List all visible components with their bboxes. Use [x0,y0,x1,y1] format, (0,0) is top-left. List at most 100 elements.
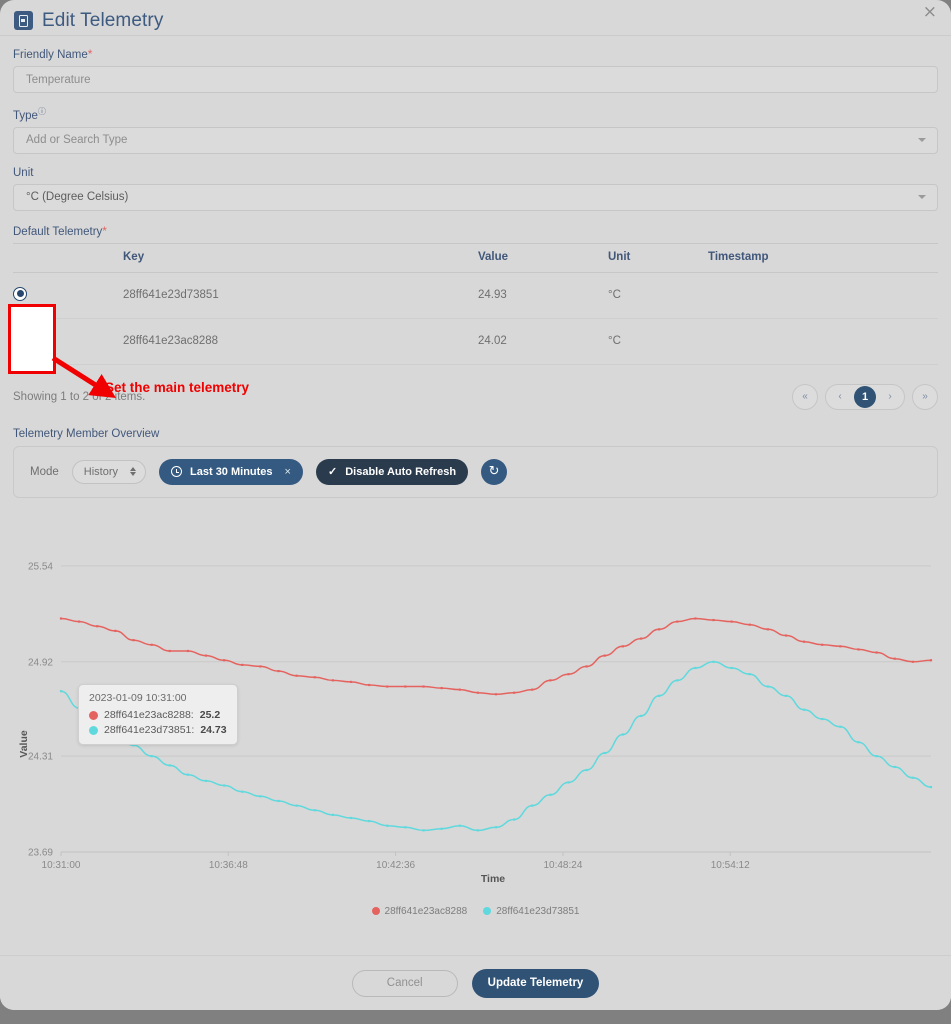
friendly-name-label-text: Friendly Name [13,49,88,61]
col-unit: Unit [608,242,708,273]
unit-label: Unit [13,166,34,179]
table-header-row: Key Value Unit Timestamp [13,242,938,273]
page-first-button[interactable]: « [792,383,818,410]
annotation-text: Set the main telemetry [105,380,250,395]
default-telemetry-label: Default Telemetry* [13,224,938,238]
table-header: Key Value Unit Timestamp [13,242,938,273]
chart-legend: 28ff641e23ac8288 28ff641e23d73851 [13,906,938,917]
chart-y-ticks: 23.69 24.31 24.92 25.54 [28,561,53,858]
time-range-pill[interactable]: Last 30 Minutes × [159,458,303,485]
svg-text:10:54:12: 10:54:12 [711,860,750,871]
page-last-button[interactable]: » [912,383,938,410]
tooltip-time: 2023-01-09 10:31:00 [89,692,187,704]
legend-item-0[interactable]: 28ff641e23ac8288 [371,905,468,917]
col-value: Value [478,242,608,273]
check-icon: ✓ [327,466,338,479]
legend-label-1: 28ff641e23d73851 [496,905,580,917]
mode-value: History [83,465,119,478]
type-placeholder: Add or Search Type [26,134,128,147]
page-number-1[interactable]: 1 [854,385,876,408]
chart-y-axis-title: Value [18,730,30,758]
legend-item-1[interactable]: 28ff641e23d73851 [483,906,579,917]
col-key: Key [123,242,478,273]
svg-text:25.54: 25.54 [28,561,53,572]
dialog-footer: Cancel Update Telemetry [0,955,951,1010]
chevron-down-icon [918,138,926,143]
tooltip-value-1: 24.73 [200,724,227,736]
svg-text:10:42:36: 10:42:36 [376,860,415,871]
svg-text:23.69: 23.69 [28,847,53,858]
unit-select[interactable]: °C (Degree Celsius) [13,183,938,211]
page-next-button[interactable]: › [879,386,901,408]
clock-icon [171,466,183,478]
page-prev-button[interactable]: ‹ [829,386,851,408]
required-marker: * [102,223,107,238]
default-telemetry-table: Key Value Unit Timestamp 28ff641e23d7385… [13,242,938,365]
row-timestamp [708,318,938,365]
tooltip-name-1: 28ff641e23d73851: [104,724,195,736]
legend-dot-0 [371,907,380,916]
row-unit: °C [608,272,708,319]
friendly-name-input[interactable]: Temperature [13,66,938,93]
update-telemetry-button[interactable]: Update Telemetry [471,968,600,998]
row-value: 24.93 [478,272,608,319]
info-icon: ⓘ [37,107,46,116]
tooltip-dot-0 [89,710,98,720]
unit-value: °C (Degree Celsius) [26,191,129,204]
disable-auto-refresh-button[interactable]: ✓ Disable Auto Refresh [315,458,469,485]
friendly-name-label: Friendly Name* [13,47,938,61]
chart-tooltip: 2023-01-09 10:31:00 28ff641e23ac8288: 25… [78,684,238,745]
table-row: 28ff641e23d73851 24.93 °C [13,272,938,319]
device-icon [14,11,33,30]
row-value: 24.02 [478,318,608,365]
chart-x-axis-title: Time [481,873,505,885]
dialog-header: Edit Telemetry × [0,0,951,36]
row-timestamp [708,272,938,319]
row-key: 28ff641e23d73851 [123,272,478,319]
row-key: 28ff641e23ac8288 [123,318,478,365]
telemetry-overview-label: Telemetry Member Overview [13,427,160,440]
mode-label: Mode [30,465,59,478]
chart-controls: Mode History Last 30 Minutes × ✓ Disable… [30,458,921,485]
clear-range-icon[interactable]: × [285,466,291,478]
tooltip-row-1: 28ff641e23d73851: 24.73 [89,724,227,736]
reload-icon[interactable]: ↻ [481,458,508,485]
svg-text:24.92: 24.92 [28,657,53,668]
disable-auto-refresh-label: Disable Auto Refresh [345,465,457,478]
spinner-icon [130,467,137,477]
svg-text:10:36:48: 10:36:48 [209,860,248,871]
table-row: 28ff641e23ac8288 24.02 °C [13,318,938,365]
dialog-title: Edit Telemetry [42,9,164,31]
tooltip-row-0: 28ff641e23ac8288: 25.2 [89,709,227,721]
type-select[interactable]: Add or Search Type [13,126,938,154]
radio-default-telemetry-0[interactable] [13,286,27,301]
svg-text:10:31:00: 10:31:00 [42,860,81,871]
table-body: 28ff641e23d73851 24.93 °C 28ff641e23ac82… [13,272,938,365]
close-icon[interactable]: × [923,4,937,21]
page-group: ‹ 1 › [825,383,905,410]
type-label-text: Type [13,109,38,122]
pagination: « ‹ 1 › » [792,383,938,410]
dialog-body: Friendly Name* Temperature Typeⓘ Add or … [0,36,951,917]
svg-text:24.31: 24.31 [28,751,53,762]
col-select [13,242,123,273]
chart-x-ticks: 10:31:00 10:36:48 10:42:36 10:48:24 10:54:12 [42,851,750,871]
legend-label-0: 28ff641e23ac8288 [384,905,468,917]
default-telemetry-label-text: Default Telemetry [13,225,103,238]
required-marker: * [87,47,93,61]
time-range-label: Last 30 Minutes [190,465,273,478]
legend-dot-1 [483,907,492,916]
svg-text:10:48:24: 10:48:24 [543,860,582,871]
chevron-down-icon [918,195,926,200]
cancel-button[interactable]: Cancel [351,969,458,997]
row-unit: °C [608,318,708,365]
edit-telemetry-dialog: Edit Telemetry × Friendly Name* Temperat… [0,0,951,1010]
telemetry-overview-panel: Mode History Last 30 Minutes × ✓ Disable… [13,445,938,498]
tooltip-dot-1 [89,725,98,735]
annotation-highlight-box [8,304,56,374]
mode-select[interactable]: History [71,459,147,484]
tooltip-value-0: 25.2 [199,709,221,721]
tooltip-name-0: 28ff641e23ac8288: [104,709,194,721]
col-timestamp: Timestamp [708,242,938,273]
type-label: Typeⓘ [13,106,938,122]
